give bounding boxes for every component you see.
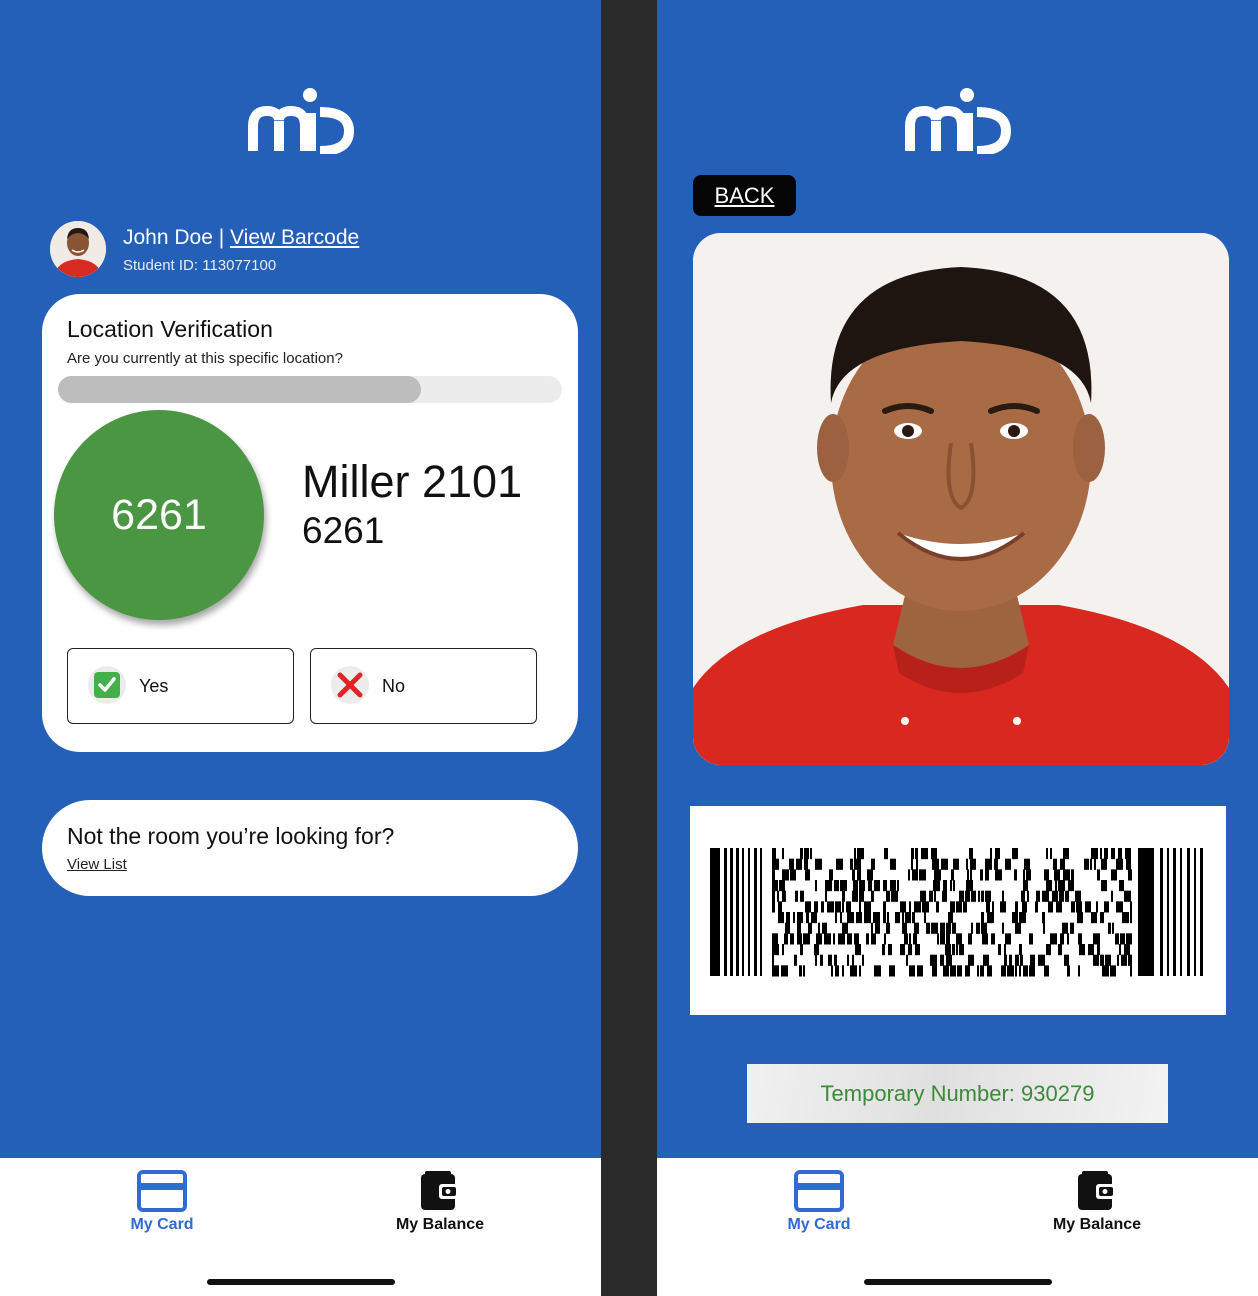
nav-my-balance-label: My Balance (1052, 1216, 1142, 1233)
nav-my-card-label: My Card (787, 1216, 851, 1233)
avatar (50, 221, 106, 277)
view-barcode-link[interactable]: View Barcode (230, 226, 359, 249)
home-indicator (864, 1279, 1052, 1285)
progress-fill (58, 376, 421, 403)
bottom-nav: My Card My Balance (657, 1158, 1258, 1296)
profile-header: John Doe | View Barcode Student ID: 1130… (50, 221, 570, 281)
temporary-number: Temporary Number: 930279 (747, 1064, 1168, 1123)
yes-button[interactable]: Yes (67, 648, 294, 724)
barcode (690, 806, 1226, 1015)
student-name: John Doe (123, 226, 213, 249)
home-indicator (207, 1279, 395, 1285)
id-card-screen: BACK Temporary Number: 930279 My Card My… (657, 0, 1258, 1296)
back-button[interactable]: BACK (693, 175, 796, 216)
location-verification-screen: John Doe | View Barcode Student ID: 1130… (0, 0, 601, 1296)
no-button[interactable]: No (310, 648, 537, 724)
wallet-icon (421, 1171, 459, 1210)
check-icon (88, 666, 126, 704)
nav-my-card[interactable]: My Card (769, 1170, 869, 1234)
no-label: No (382, 676, 406, 696)
x-icon (331, 666, 369, 704)
nav-my-card-label: My Card (130, 1216, 194, 1233)
wallet-icon (1078, 1171, 1116, 1210)
view-list-link[interactable]: View List (67, 856, 127, 873)
mid-logo (905, 88, 1011, 154)
progress-bar (58, 376, 562, 403)
nav-my-balance[interactable]: My Balance (1027, 1170, 1167, 1234)
mid-logo (248, 88, 354, 154)
card-icon (794, 1170, 844, 1212)
yes-label: Yes (139, 676, 169, 696)
bottom-nav: My Card My Balance (0, 1158, 601, 1296)
card-title: Location Verification (67, 316, 273, 342)
location-verification-card: Location Verification Are you currently … (42, 294, 578, 752)
nav-my-card[interactable]: My Card (112, 1170, 212, 1234)
student-id: Student ID: 113077100 (123, 257, 277, 274)
room-number: 6261 (302, 510, 385, 551)
student-photo (693, 233, 1229, 765)
profile-name-line: John Doe | View Barcode (123, 226, 359, 250)
room-name: Miller 2101 (302, 456, 523, 507)
name-separator: | (212, 226, 231, 249)
alternate-title: Not the room you’re looking for? (67, 823, 395, 849)
nav-my-balance[interactable]: My Balance (370, 1170, 510, 1234)
card-subtitle: Are you currently at this specific locat… (67, 350, 343, 367)
nav-my-balance-label: My Balance (395, 1216, 485, 1233)
location-code-circle: 6261 (54, 410, 264, 620)
card-icon (137, 1170, 187, 1212)
room-alternative-card: Not the room you’re looking for? View Li… (42, 800, 578, 896)
